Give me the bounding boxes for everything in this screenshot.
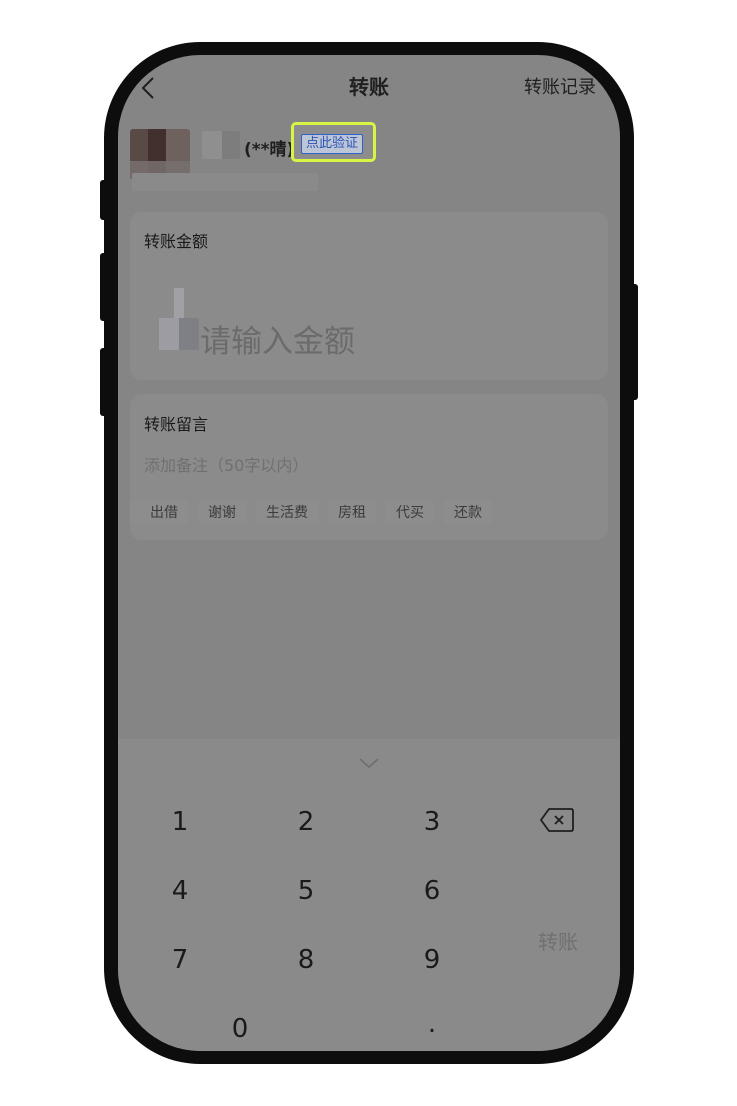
amount-label: 转账金额 <box>144 232 209 251</box>
key-dot[interactable]: . <box>370 1009 494 1039</box>
backspace-icon[interactable] <box>539 807 575 833</box>
verify-button[interactable]: 点此验证 <box>301 134 364 154</box>
recipient-name-mosaic <box>202 131 240 159</box>
key-1[interactable]: 1 <box>118 807 242 837</box>
recipient-account-mosaic <box>132 173 318 191</box>
key-6[interactable]: 6 <box>370 876 494 906</box>
note-tag-list: 出借 谢谢 生活费 房租 代买 还款 <box>130 500 492 524</box>
transfer-button[interactable]: 转账 <box>496 857 620 1051</box>
key-3[interactable]: 3 <box>370 807 494 837</box>
note-input[interactable]: 添加备注（50字以内） <box>144 452 308 476</box>
amount-card: 转账金额 请输入金额 <box>130 212 608 380</box>
key-9[interactable]: 9 <box>370 945 494 975</box>
amount-input-mosaic <box>159 318 199 350</box>
note-tag[interactable]: 代买 <box>386 500 434 524</box>
recipient-avatar <box>130 129 190 179</box>
amount-input[interactable]: 请输入金额 <box>200 316 355 361</box>
key-4[interactable]: 4 <box>118 876 242 906</box>
number-keypad: 1 2 3 4 5 6 7 8 9 0 . 转账 <box>118 739 620 1051</box>
note-tag[interactable]: 谢谢 <box>198 500 246 524</box>
note-label: 转账留言 <box>144 415 209 434</box>
recipient-name: (**晴) <box>244 140 295 160</box>
transfer-record-link[interactable]: 转账记录 <box>524 73 596 99</box>
note-tag[interactable]: 出借 <box>130 500 188 524</box>
note-tag[interactable]: 房租 <box>328 500 376 524</box>
chevron-down-icon[interactable] <box>358 755 380 769</box>
key-7[interactable]: 7 <box>118 945 242 975</box>
key-0[interactable]: 0 <box>178 1014 302 1044</box>
note-card: 转账留言 添加备注（50字以内） 出借 谢谢 生活费 房租 代买 还款 <box>130 394 608 540</box>
phone-screen: 转账 转账记录 (**晴) 点此验证 转账金额 请输入金额 转账留言 添加备注（… <box>118 55 620 1051</box>
note-tag[interactable]: 还款 <box>444 500 492 524</box>
key-8[interactable]: 8 <box>244 945 368 975</box>
key-5[interactable]: 5 <box>244 876 368 906</box>
verify-highlight: 点此验证 <box>291 122 376 162</box>
key-2[interactable]: 2 <box>244 807 368 837</box>
note-tag[interactable]: 生活费 <box>256 500 318 524</box>
